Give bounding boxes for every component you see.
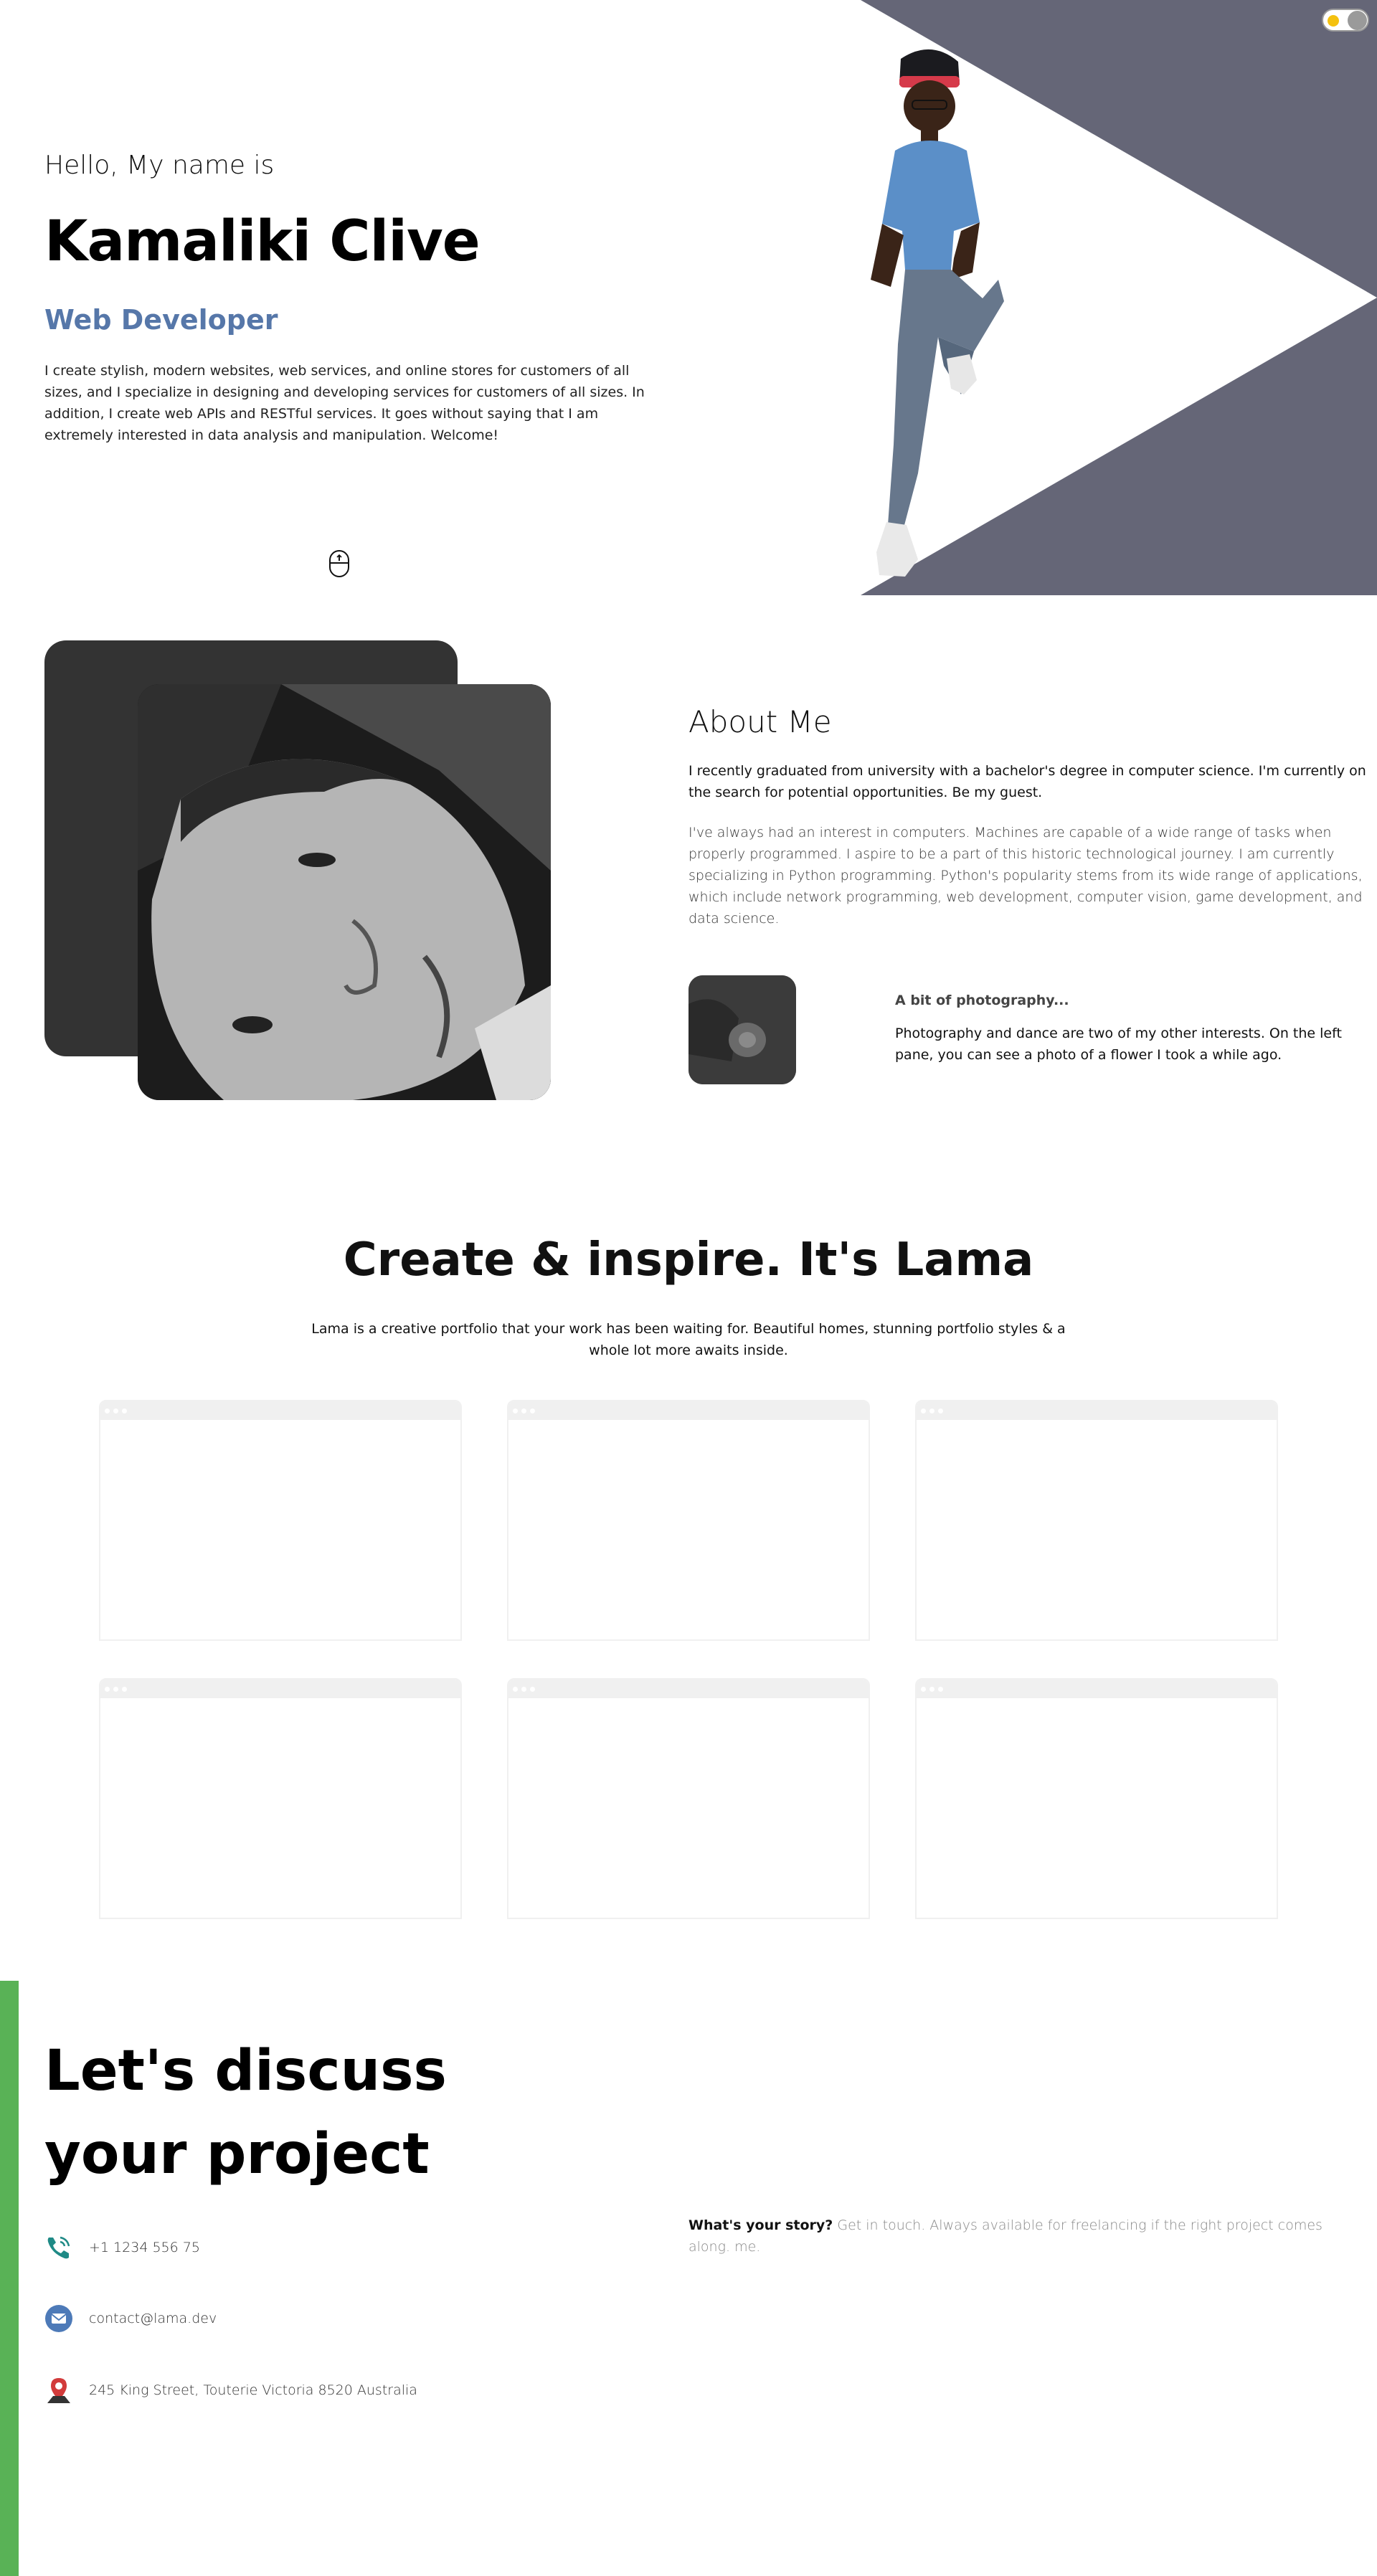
product-card[interactable]: [915, 1678, 1278, 1919]
browser-bar: [508, 1401, 869, 1420]
browser-dot: [521, 1687, 526, 1692]
photography-image: [688, 975, 796, 1084]
toggle-knob: [1348, 11, 1367, 30]
product-list-description: Lama is a creative portfolio that your w…: [311, 1321, 1066, 1358]
browser-dot: [513, 1687, 518, 1692]
browser-dot: [921, 1408, 926, 1414]
browser-dot: [513, 1408, 518, 1414]
intro-person-image: [871, 49, 1004, 577]
theme-toggle[interactable]: [1322, 9, 1369, 32]
product-card[interactable]: [507, 1400, 870, 1641]
browser-dot: [921, 1687, 926, 1692]
browser-bar: [917, 1680, 1277, 1698]
contact-email[interactable]: contact@lama.dev: [44, 2304, 217, 2333]
browser-dot: [122, 1408, 127, 1414]
browser-dot: [530, 1687, 535, 1692]
about-description: I've always had an interest in computers…: [688, 825, 1363, 927]
product-list-title: Create & inspire. It's Lama: [343, 1233, 1034, 1287]
intro-title: Web Developer: [44, 304, 278, 336]
browser-bar: [917, 1401, 1277, 1420]
location-pin-icon: [47, 2378, 70, 2403]
email-icon: [45, 2305, 72, 2332]
intro-name: Kamaliki Clive: [44, 209, 481, 274]
about-photo: [138, 684, 551, 1100]
browser-dot: [938, 1687, 943, 1692]
phone-icon: [47, 2236, 70, 2259]
contact-title: Let's discuss your project: [44, 2039, 447, 2187]
browser-bar: [508, 1680, 869, 1698]
browser-dot: [105, 1408, 110, 1414]
contact-address[interactable]: 245 King Street, Touterie Victoria 8520 …: [44, 2376, 417, 2405]
browser-dot: [113, 1687, 118, 1692]
sun-icon: [1328, 15, 1339, 27]
browser-dot: [521, 1408, 526, 1414]
about-subtitle: I recently graduated from university wit…: [688, 763, 1366, 800]
contact-phone[interactable]: +1 1234 556 75: [44, 2233, 200, 2262]
product-card[interactable]: [507, 1678, 870, 1919]
browser-dot: [122, 1687, 127, 1692]
contact-accent-bar: [0, 1981, 19, 2576]
browser-dot: [929, 1687, 934, 1692]
photography-title: A bit of photography...: [895, 993, 1069, 1008]
contact-phone-text: +1 1234 556 75: [89, 2240, 200, 2255]
intro-greeting: Hello, My name is: [44, 151, 275, 180]
contact-description-bold: What's your story?: [688, 2217, 833, 2233]
browser-bar: [100, 1680, 460, 1698]
about-title: About Me: [688, 704, 832, 739]
intro-description: I create stylish, modern websites, web s…: [44, 363, 645, 443]
browser-dot: [530, 1408, 535, 1414]
product-card[interactable]: [915, 1400, 1278, 1641]
product-card[interactable]: [99, 1678, 462, 1919]
browser-bar: [100, 1401, 460, 1420]
browser-dot: [105, 1687, 110, 1692]
intro-section: Hello, My name is Kamaliki Clive Web Dev…: [0, 0, 1377, 595]
mouse-scroll-icon[interactable]: [328, 549, 350, 578]
photography-description: Photography and dance are two of my othe…: [895, 1026, 1342, 1063]
product-card[interactable]: [99, 1400, 462, 1641]
contact-address-text: 245 King Street, Touterie Victoria 8520 …: [89, 2382, 417, 2398]
portrait-image: [138, 684, 551, 1100]
contact-email-text: contact@lama.dev: [89, 2311, 217, 2326]
browser-dot: [113, 1408, 118, 1414]
contact-description: What's your story? Get in touch. Always …: [688, 2215, 1334, 2258]
browser-dot: [938, 1408, 943, 1414]
browser-dot: [929, 1408, 934, 1414]
